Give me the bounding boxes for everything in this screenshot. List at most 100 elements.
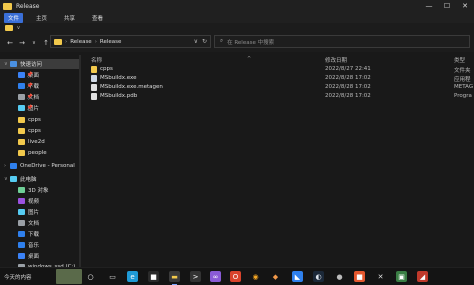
terminal-icon[interactable]: > [190,271,201,282]
sidebar-item[interactable]: live2d [0,137,45,147]
vscode-icon[interactable]: ◣ [292,271,303,282]
sidebar-item[interactable]: people [0,148,47,158]
sidebar-item[interactable]: cpps [0,126,41,136]
sidebar-item[interactable]: › OneDrive - Personal [0,161,75,171]
sidebar-item-label: 桌面 [28,254,40,260]
breadcrumb-item[interactable]: Release [70,39,92,45]
sidebar-item[interactable]: 下载 [0,229,39,239]
sidebar-item-label: 视频 [28,199,40,205]
sidebar-item[interactable]: 图片 [0,207,39,217]
office-icon[interactable]: O [230,271,241,282]
file-icon [91,93,97,100]
column-header-type[interactable]: 类型 [454,56,465,64]
sidebar-item[interactable]: 视频 [0,196,39,206]
file-date: 2022/8/28 17:02 [325,84,371,90]
refresh-icon[interactable]: ↻ [202,38,207,45]
search-input[interactable]: ⌕ 在 Release 中搜索 [214,35,470,48]
sidebar-item-label: cpps [28,128,41,134]
folder-icon [18,150,25,156]
folder-icon [91,66,97,73]
navigation-bar: ← → ∨ ↑ › Release › Release ∨ ↻ ⌕ 在 Rele… [0,33,474,52]
pictures-icon [18,209,25,215]
widgets-button[interactable]: 今天的内容 [0,268,82,285]
steam-icon[interactable]: ◐ [313,271,324,282]
app-icon[interactable]: ◢ [417,271,428,282]
download-icon [18,83,25,89]
column-header-date[interactable]: 修改日期 [325,56,347,64]
music-icon [18,242,25,248]
file-row[interactable]: MSbuildx.exe.metagen 2022/8/28 17:02 METAG [82,83,474,92]
file-explorer-icon[interactable]: ▬ [169,271,180,285]
blender-icon[interactable]: ◉ [250,271,261,282]
download-icon [18,231,25,237]
sidebar-scrollbar[interactable] [79,55,81,267]
sidebar-item-label: 快速访问 [20,62,43,68]
visual-studio-icon[interactable]: ∞ [210,271,221,282]
file-date: 2022/8/28 17:02 [325,93,371,99]
sidebar-item-label: cpps [28,117,41,123]
sidebar-item[interactable]: ∨ 此电脑 [0,174,37,184]
exe-icon [91,75,97,82]
sidebar-item[interactable]: 下载 📌 [0,81,39,91]
forward-button[interactable]: → [16,37,28,49]
file-name: cpps [100,66,113,72]
sidebar-item[interactable]: 桌面 📌 [0,70,39,80]
sidebar-item-label: OneDrive - Personal [20,163,75,169]
sidebar-item[interactable]: 文档 📌 [0,92,39,102]
desktop-icon [18,72,25,78]
document-icon [18,94,25,100]
folder-icon[interactable] [5,25,13,31]
tab-home[interactable]: 主页 [32,13,51,23]
edge-icon[interactable]: e [127,271,138,282]
sidebar-item[interactable]: 3D 对象 [0,185,48,195]
app-icon[interactable]: ● [334,271,345,282]
breadcrumb-separator: › [65,38,68,45]
cloud-icon [10,163,17,169]
store-icon[interactable]: ■ [148,271,159,282]
file-row[interactable]: cpps 2022/8/27 22:41 文件夹 [82,65,474,74]
pin-icon: 📌 [26,83,34,89]
file-date: 2022/8/27 22:41 [325,66,371,72]
tab-file[interactable]: 文件 [4,12,24,23]
column-header-name[interactable]: 名称 [91,56,102,64]
address-bar[interactable]: › Release › Release ∨ ↻ [50,35,211,48]
breadcrumb-item[interactable]: Release [100,39,122,45]
app-icon[interactable]: ■ [354,271,365,282]
file-name: MSbuildx.pdb [100,93,138,99]
tab-share[interactable]: 共享 [60,13,79,23]
sidebar-item[interactable]: cpps [0,115,41,125]
recent-locations-button[interactable]: ∨ [28,37,40,49]
file-list: ^ 名称 修改日期 类型 cpps 2022/8/27 22:41 文件夹 MSbui… [82,52,474,267]
sidebar-item-label: 此电脑 [20,177,37,183]
app-icon[interactable]: ✕ [375,271,386,282]
app-icon[interactable]: ▣ [396,271,407,282]
title-bar: Release — ☐ ✕ [0,0,474,12]
sidebar-item[interactable]: ∨ 快速访问 [0,59,79,69]
file-icon [91,84,97,91]
sort-caret-icon: ^ [247,56,252,62]
widgets-label: 今天的内容 [4,274,32,281]
sidebar-item[interactable]: 音乐 [0,240,39,250]
back-button[interactable]: ← [4,37,16,49]
breadcrumb-separator: › [94,38,97,45]
start-icon[interactable]: ○ [85,271,96,282]
app-icon[interactable]: ◆ [270,271,281,282]
sidebar-item[interactable]: 桌面 [0,251,39,261]
sidebar-item[interactable]: 图片 📌 [0,103,39,113]
file-name: MSbuildx.exe [100,75,137,81]
maximize-button[interactable]: ☐ [438,0,456,12]
file-row[interactable]: MSbuildx.exe 2022/8/28 17:02 应用程 [82,74,474,83]
task-view-icon[interactable]: ▭ [107,271,118,282]
file-row[interactable]: MSbuildx.pdb 2022/8/28 17:02 Progra [82,92,474,101]
address-dropdown-icon[interactable]: ∨ [194,38,198,45]
minimize-button[interactable]: — [420,0,438,12]
sidebar-item-label: 音乐 [28,243,40,249]
close-button[interactable]: ✕ [456,0,474,12]
desktop-icon [18,253,25,259]
sidebar-item-label: 下载 [28,232,40,238]
document-icon [18,220,25,226]
sidebar-item[interactable]: 文档 [0,218,39,228]
qat-dropdown[interactable]: v [17,25,20,31]
search-placeholder: 在 Release 中搜索 [227,39,275,46]
tab-view[interactable]: 查看 [88,13,107,23]
